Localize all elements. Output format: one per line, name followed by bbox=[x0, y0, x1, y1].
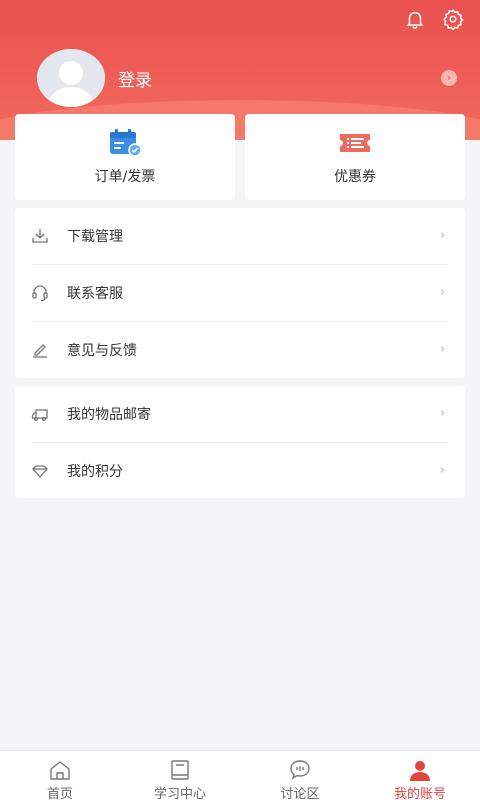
menu-item-label: 联系客服 bbox=[67, 286, 123, 302]
chevron-right-icon: › bbox=[440, 406, 446, 421]
menu-item-label: 意见与反馈 bbox=[67, 343, 137, 359]
contact-support-item[interactable]: 联系客服 › bbox=[15, 265, 465, 321]
chat-icon bbox=[290, 760, 310, 780]
my-points-item[interactable]: 我的积分 › bbox=[15, 443, 465, 499]
gear-icon[interactable] bbox=[442, 8, 464, 30]
headset-icon bbox=[32, 285, 48, 302]
user-icon bbox=[410, 761, 430, 781]
book-icon bbox=[171, 760, 189, 780]
home-icon bbox=[50, 761, 70, 780]
login-link[interactable]: 登录 bbox=[118, 66, 152, 91]
tab-label: 我的账号 bbox=[393, 787, 446, 800]
bottom-tab-bar: 首页 学习中心 讨论区 我的账号 bbox=[0, 750, 480, 800]
tab-label: 学习中心 bbox=[153, 787, 206, 800]
menu-item-label: 我的积分 bbox=[67, 464, 123, 480]
tab-label: 讨论区 bbox=[280, 787, 320, 800]
bell-icon[interactable] bbox=[404, 8, 426, 30]
menu-item-label: 我的物品邮寄 bbox=[67, 407, 151, 423]
item-mailing-item[interactable]: 我的物品邮寄 › bbox=[15, 386, 465, 442]
tab-my-account[interactable]: 我的账号 bbox=[360, 751, 480, 800]
menu-group-1: 下载管理 › 联系客服 › 意见与反馈 › bbox=[15, 208, 465, 378]
download-icon bbox=[32, 229, 48, 243]
chevron-right-icon: › bbox=[440, 342, 446, 357]
coupons-button[interactable]: 优惠券 bbox=[245, 114, 465, 200]
chevron-right-icon: › bbox=[440, 285, 446, 300]
coupons-label: 优惠券 bbox=[334, 169, 376, 185]
diamond-icon bbox=[32, 465, 48, 478]
truck-icon bbox=[31, 409, 48, 421]
tab-learning-center[interactable]: 学习中心 bbox=[120, 751, 240, 800]
edit-icon bbox=[33, 344, 47, 358]
chevron-right-icon: › bbox=[440, 228, 446, 243]
tab-label: 首页 bbox=[46, 787, 73, 800]
tab-discussion[interactable]: 讨论区 bbox=[240, 751, 360, 800]
orders-invoices-button[interactable]: 订单/发票 bbox=[15, 114, 235, 200]
coupon-icon bbox=[340, 134, 370, 152]
calendar-check-icon bbox=[110, 129, 142, 157]
tab-home[interactable]: 首页 bbox=[0, 751, 120, 800]
avatar[interactable] bbox=[37, 49, 105, 107]
chevron-right-icon: › bbox=[440, 463, 446, 478]
menu-item-label: 下载管理 bbox=[67, 229, 123, 245]
download-manager-item[interactable]: 下载管理 › bbox=[15, 208, 465, 264]
orders-invoices-label: 订单/发票 bbox=[94, 169, 156, 185]
default-avatar-icon bbox=[37, 49, 105, 107]
chevron-right-icon[interactable]: › bbox=[441, 70, 457, 86]
feedback-item[interactable]: 意见与反馈 › bbox=[15, 322, 465, 378]
menu-group-2: 我的物品邮寄 › 我的积分 › bbox=[15, 386, 465, 498]
